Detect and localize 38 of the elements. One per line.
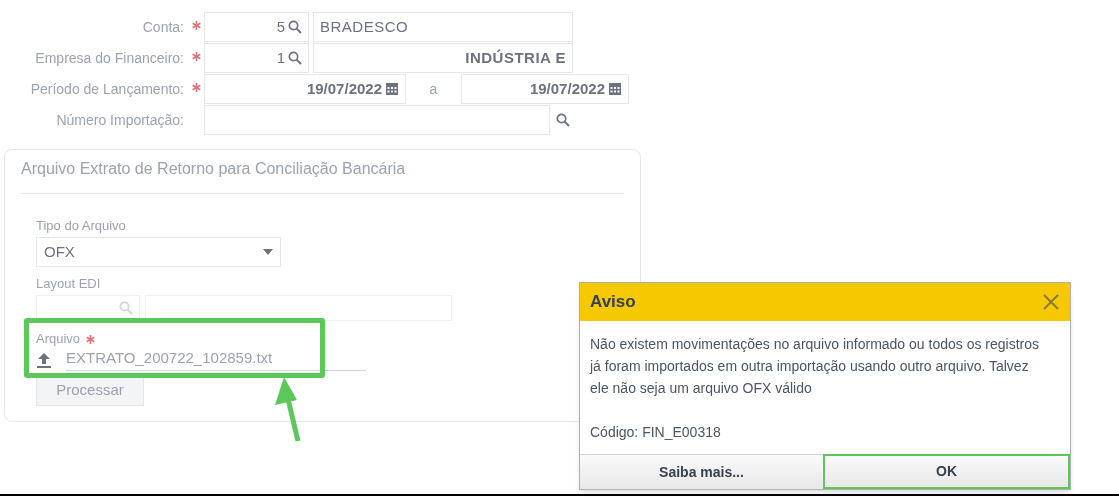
- field-label: Layout EDI: [36, 276, 102, 292]
- error-code: Código: FIN_E00318: [590, 423, 722, 442]
- search-icon[interactable]: [556, 113, 570, 127]
- separator-text: a: [428, 79, 439, 99]
- upload-icon[interactable]: [36, 352, 52, 369]
- field-label: Empresa do Financeiro:: [35, 48, 184, 68]
- input-field[interactable]: [145, 295, 452, 321]
- date-field[interactable]: 19/07/2022: [204, 74, 406, 104]
- search-icon[interactable]: [288, 20, 302, 34]
- calendar-icon[interactable]: [608, 82, 622, 96]
- close-icon[interactable]: [1042, 293, 1060, 311]
- field-value: 19/07/2022: [529, 78, 605, 99]
- dialog-button[interactable]: OK: [823, 454, 1070, 489]
- field-value: 5: [276, 16, 285, 37]
- panel-title: Arquivo Extrato de Retorno para Conciliação Bancária: [21, 160, 406, 177]
- date-field[interactable]: 19/07/2022: [461, 74, 629, 104]
- code-field[interactable]: [36, 295, 140, 321]
- description-field[interactable]: INDÚSTRIA E: [313, 43, 573, 73]
- field-label: Conta:: [142, 17, 184, 37]
- calendar-icon[interactable]: [385, 82, 399, 96]
- arrow-drawing: [275, 377, 301, 442]
- dialog-message: Não existem movimentações no arquivo informado ou todos os registros já foram importados em outra importação usando outro arquivo. Talvez ele não seja um arquivo OFX válido: [590, 335, 1040, 398]
- search-icon[interactable]: [288, 51, 302, 65]
- description-field[interactable]: BRADESCO: [313, 12, 573, 42]
- code-field[interactable]: 1: [204, 43, 309, 73]
- dialog-title: Aviso: [590, 291, 636, 314]
- dropdown[interactable]: OFX: [36, 237, 281, 267]
- field-label: Tipo do Arquivo: [36, 218, 127, 234]
- field-value: 1: [276, 47, 285, 68]
- field-value: 19/07/2022: [306, 78, 382, 99]
- dialog-button[interactable]: Saiba mais...: [580, 454, 823, 489]
- caret-icon[interactable]: [263, 249, 273, 255]
- field-label: Número Importação:: [56, 110, 184, 130]
- file-field[interactable]: EXTRATO_200722_102859.txt: [66, 347, 366, 371]
- field-label: Período de Lançamento:: [30, 79, 184, 99]
- code-field[interactable]: 5: [204, 12, 309, 42]
- field-label: Arquivo: [36, 331, 81, 347]
- input-field[interactable]: [204, 105, 550, 135]
